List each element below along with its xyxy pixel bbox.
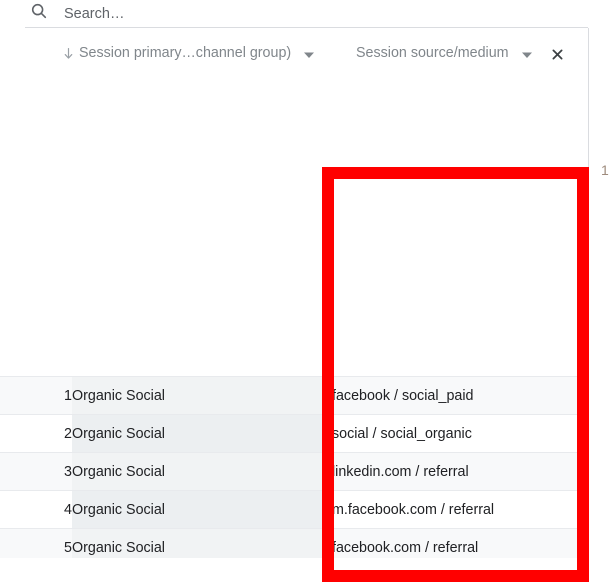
cell-source-medium[interactable]: facebook.com / referral [332,528,588,558]
search-input[interactable] [64,0,544,27]
row-index: 5 [0,528,72,558]
cell-spacer [322,490,332,529]
cell-spacer [322,452,332,491]
table-row[interactable]: 5 Organic Social facebook.com / referral [0,528,588,558]
table-row[interactable]: 2 Organic Social social / social_organic [0,414,588,453]
close-icon[interactable] [552,48,563,59]
dimension-chip-session-source-medium[interactable]: Session source/medium [356,36,563,70]
dimension-chip-label: Session source/medium [356,45,509,61]
table-body: 1 Organic Social facebook / social_paid … [0,376,588,558]
metric-column-header-partial: 1 [601,162,609,178]
search-underline [25,27,588,28]
cell-spacer [322,376,332,415]
row-index: 2 [0,414,72,453]
row-index: 1 [0,376,72,415]
cell-channel-group[interactable]: Organic Social [72,528,322,558]
table-row[interactable]: 1 Organic Social facebook / social_paid [0,376,588,415]
search-bar[interactable] [0,0,609,28]
cell-source-medium[interactable]: facebook / social_paid [332,376,588,415]
arrow-down-icon[interactable] [62,47,75,60]
chevron-down-icon[interactable] [521,48,532,58]
cell-channel-group[interactable]: Organic Social [72,414,322,453]
cell-source-medium[interactable]: social / social_organic [332,414,588,453]
dimension-header-bar: Session primary…channel group) Session s… [0,36,588,70]
cell-spacer [322,414,332,453]
chevron-down-icon[interactable] [304,48,315,58]
dimension-chip-label: Session primary…channel group) [79,45,292,61]
dimension-chip-session-primary-channel-group[interactable]: Session primary…channel group) [62,36,315,70]
table-viewport: 1 Organic Social facebook / social_paid … [0,188,588,558]
search-icon [30,2,48,20]
data-table: 1 Organic Social facebook / social_paid … [0,376,588,558]
cell-channel-group[interactable]: Organic Social [72,490,322,529]
cell-source-medium[interactable]: linkedin.com / referral [332,452,588,491]
row-index: 3 [0,452,72,491]
row-index: 4 [0,490,72,529]
cell-channel-group[interactable]: Organic Social [72,452,322,491]
table-row[interactable]: 4 Organic Social m.facebook.com / referr… [0,490,588,529]
cell-channel-group[interactable]: Organic Social [72,376,322,415]
cell-source-medium[interactable]: m.facebook.com / referral [332,490,588,529]
cell-spacer [322,528,332,558]
panel-right-divider [588,28,589,582]
table-row[interactable]: 3 Organic Social linkedin.com / referral [0,452,588,491]
